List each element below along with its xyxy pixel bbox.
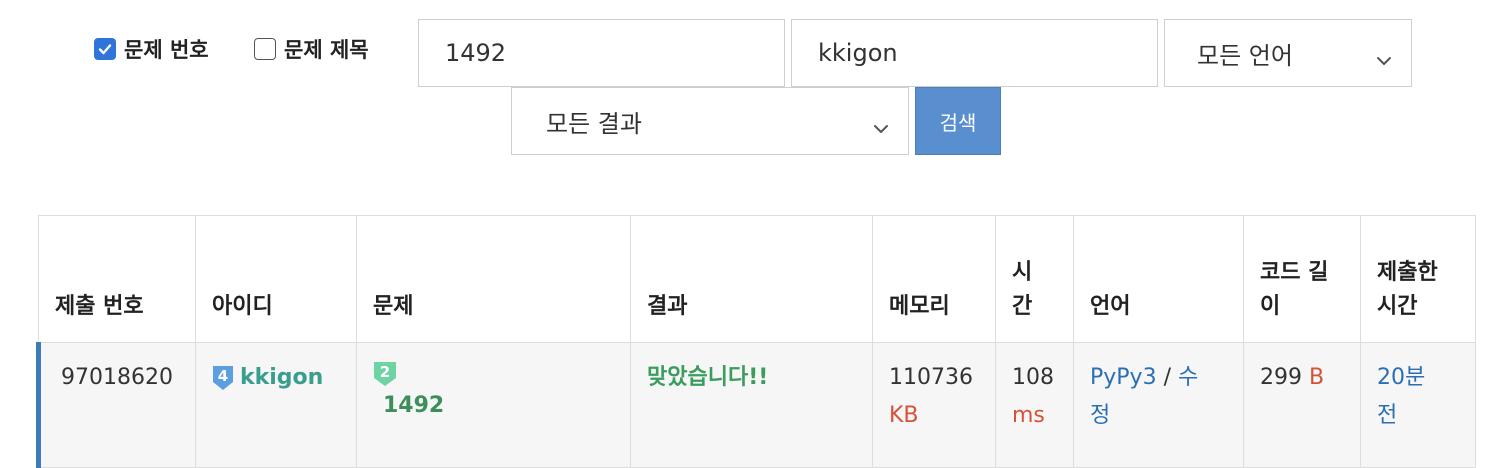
header-result: 결과 <box>630 215 873 343</box>
submitted-line2: 전 <box>1377 403 1398 428</box>
language-select-value: 모든 언어 <box>1197 41 1293 70</box>
language-cell: PyPy3 / 수정 <box>1073 342 1244 468</box>
user-input-value: kkigon <box>818 39 898 67</box>
language-select[interactable]: 모든 언어 <box>1164 19 1412 87</box>
problem-number-checkbox[interactable]: 문제 번호 <box>94 34 209 64</box>
header-code-length-line2: 이 <box>1260 294 1281 319</box>
problem-title-label: 문제 제목 <box>284 38 369 62</box>
header-submission-id: 제출 번호 <box>38 215 196 343</box>
problem-number-label: 문제 번호 <box>124 38 209 62</box>
memory-cell: 110736 KB <box>872 342 996 468</box>
header-code-length-line1: 코드 길 <box>1260 260 1329 285</box>
submitted-line1: 20분 <box>1377 365 1426 390</box>
header-language: 언어 <box>1073 215 1244 343</box>
code-length-unit: B <box>1309 365 1325 390</box>
user-name: kkigon <box>240 365 324 390</box>
memory-value: 110736 <box>889 365 973 390</box>
header-code-length: 코드 길 이 <box>1243 215 1361 343</box>
header-user-id: 아이디 <box>195 215 357 343</box>
result-select[interactable]: 모든 결과 <box>511 87 909 155</box>
user-input[interactable]: kkigon <box>791 19 1158 87</box>
header-time: 시 간 <box>995 215 1074 343</box>
edit-link-line1: 수 <box>1177 365 1199 390</box>
header-time-line2: 간 <box>1012 294 1033 319</box>
problem-link[interactable]: 1492 <box>373 387 614 425</box>
submission-id-cell: 97018620 <box>36 342 196 468</box>
search-button[interactable]: 검색 <box>915 87 1001 155</box>
checkmark-icon <box>94 38 116 60</box>
header-time-line1: 시 <box>1012 260 1033 285</box>
code-length-cell: 299 B <box>1243 342 1361 468</box>
result-cell: 맞았습니다!! <box>630 342 873 468</box>
language-separator: / <box>1156 365 1178 390</box>
problem-input[interactable]: 1492 <box>418 19 785 87</box>
chevron-down-icon <box>872 114 890 142</box>
user-cell: 4 kkigon <box>195 342 357 468</box>
time-value: 108 <box>1012 365 1054 390</box>
time-cell: 108 ms <box>995 342 1074 468</box>
problem-input-value: 1492 <box>445 39 507 67</box>
table-row: 97018620 4 kkigon 2 1492 맞았습니다!! 110736 … <box>36 342 1476 468</box>
code-length-value: 299 <box>1260 365 1302 390</box>
user-link[interactable]: 4 kkigon <box>212 359 323 397</box>
memory-unit: KB <box>889 403 919 428</box>
problem-title-checkbox[interactable]: 문제 제목 <box>254 34 369 64</box>
status-table: 제출 번호 아이디 문제 결과 메모리 시 간 언어 코드 길 이 제출한 시간… <box>36 215 1476 468</box>
ruby-tier-shield-icon: 4 <box>212 365 234 391</box>
time-unit: ms <box>1012 403 1045 428</box>
header-submitted-line2: 시간 <box>1377 294 1418 319</box>
bronze-tier-shield-icon: 2 <box>373 361 397 387</box>
header-submitted-time: 제출한 시간 <box>1360 215 1476 343</box>
header-submitted-line1: 제출한 <box>1377 260 1438 285</box>
result-text: 맞았습니다!! <box>647 365 769 390</box>
header-memory: 메모리 <box>872 215 996 343</box>
chevron-down-icon <box>1375 46 1393 74</box>
submitted-time-cell: 20분전 <box>1360 342 1476 468</box>
submitted-time-link[interactable]: 20분전 <box>1377 365 1425 428</box>
edit-link-line2: 정 <box>1090 403 1111 428</box>
header-problem: 문제 <box>356 215 631 343</box>
problem-cell: 2 1492 <box>356 342 631 468</box>
result-select-value: 모든 결과 <box>546 109 642 138</box>
table-header-row: 제출 번호 아이디 문제 결과 메모리 시 간 언어 코드 길 이 제출한 시간 <box>38 215 1476 343</box>
checkbox-empty-icon <box>254 38 276 60</box>
language-link[interactable]: PyPy3 <box>1090 365 1157 390</box>
